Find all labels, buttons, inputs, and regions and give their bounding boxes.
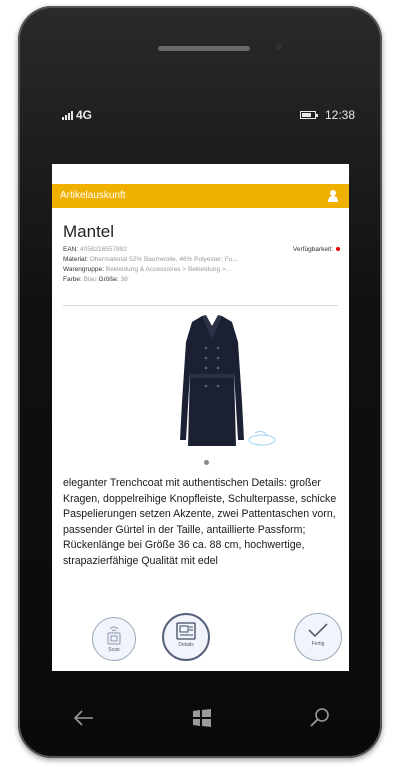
user-icon[interactable] (327, 189, 339, 202)
ean-value: 4058216557892 (79, 246, 127, 253)
details-label: Details (178, 642, 194, 648)
availability-label: Verfügbarkeit: (292, 246, 333, 253)
product-title: Mantel (63, 222, 115, 241)
size-value: 38 (120, 276, 128, 283)
group-label: Warengruppe: (63, 266, 104, 273)
material-value: Obermaterial 52% Baumwolle, 46% Polyeste… (89, 256, 238, 263)
product-description: eleganter Trenchcoat mit authentischen D… (63, 477, 337, 567)
app-header: Artikelauskunft (52, 184, 349, 208)
checkmark-icon (308, 623, 328, 638)
ean-row: EAN: 4058216557892 Verfügbarkeit: (63, 246, 345, 253)
size-label: Größe: (98, 276, 119, 283)
group-row: Warengruppe: Bekleidung & Accessoires > … (63, 266, 345, 273)
details-icon (176, 622, 196, 640)
color-size-row: Farbe: Blau Größe: 38 (63, 276, 345, 283)
color-value: Blau (83, 276, 97, 283)
ean-label: EAN: (63, 246, 79, 253)
product-image[interactable] (172, 312, 252, 454)
color-label: Farbe: (63, 276, 82, 283)
battery-icon (300, 111, 318, 119)
group-value: Bekleidung & Accessoires > Bekleidung >.… (105, 266, 232, 273)
speaker-grille (158, 46, 250, 51)
app-title: Artikelauskunft (60, 190, 126, 201)
material-label: Material: (63, 256, 88, 263)
front-camera (276, 44, 282, 50)
availability-indicator (336, 247, 340, 252)
network-type: 4G (76, 108, 93, 122)
done-label: Fertig (311, 641, 325, 647)
availability: Verfügbarkeit: (293, 246, 340, 253)
app-screen: Artikelauskunft Mantel EAN: 405821655789… (52, 164, 349, 671)
windows-start-icon[interactable] (190, 706, 214, 730)
image-pager-dot[interactable] (204, 460, 209, 465)
phone-frame: 4G 12:38 Artikelauskunft Mantel EAN: 405… (18, 6, 382, 758)
material-row: Material: Obermaterial 52% Baumwolle, 46… (63, 256, 345, 263)
search-icon[interactable] (308, 706, 332, 730)
signal-icon (62, 111, 73, 120)
details-button[interactable]: Details (162, 613, 210, 661)
zoom-icon[interactable] (247, 429, 277, 447)
status-bar: 4G 12:38 (18, 106, 382, 128)
scan-button[interactable]: Scan (92, 617, 136, 661)
scan-icon (107, 626, 121, 645)
scan-label: Scan (108, 647, 120, 653)
clock: 12:38 (325, 108, 356, 122)
done-button[interactable]: Fertig (294, 613, 342, 661)
system-navbar (18, 696, 382, 736)
divider (63, 305, 338, 306)
back-arrow-icon[interactable] (72, 706, 96, 730)
